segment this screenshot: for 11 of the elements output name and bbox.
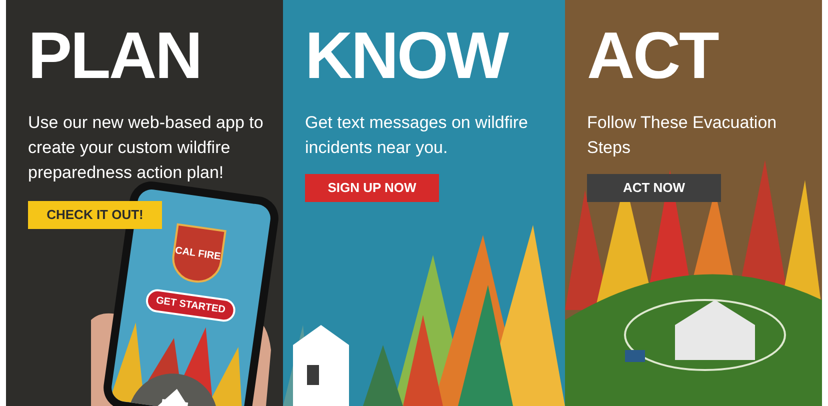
panel-description: Follow These Evacuation Steps: [587, 112, 778, 159]
get-started-button[interactable]: GET STARTED: [144, 288, 237, 324]
cta-button[interactable]: ACT NOW: [587, 174, 721, 202]
panel-heading: KNOW: [305, 22, 508, 88]
logo-text: CAL FIRE: [174, 246, 222, 263]
panel-description: Use our new web-based app to create your custom wildfire preparedness action plan!: [28, 112, 264, 184]
panel-description: Get text messages on wildfire incidents near you.: [305, 112, 529, 159]
cta-button[interactable]: SIGN UP NOW: [305, 174, 439, 202]
panel-heading: ACT: [587, 22, 718, 88]
cta-button[interactable]: CHECK IT OUT!: [28, 201, 162, 229]
panel-heading: PLAN: [28, 22, 202, 88]
